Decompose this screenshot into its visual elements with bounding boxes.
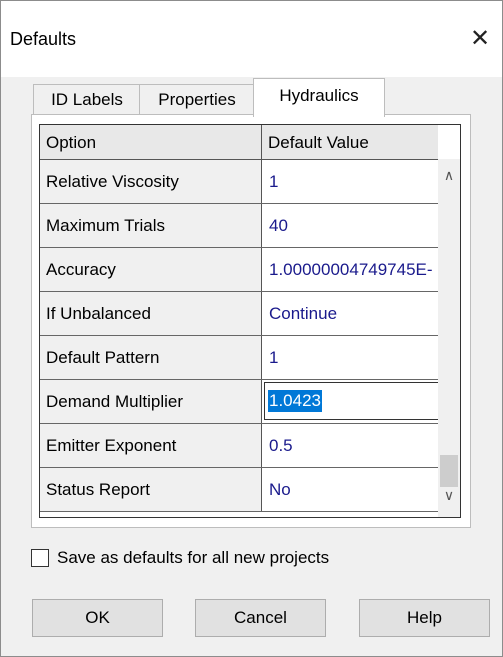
value-cell[interactable]: 1.00000004749745E- [262,248,438,291]
cancel-button[interactable]: Cancel [195,599,326,637]
value-cell[interactable]: No [262,468,438,511]
table-row[interactable]: Status Report No [40,468,438,512]
option-cell: Demand Multiplier [40,380,262,423]
value-cell[interactable]: 1 [262,336,438,379]
selected-value-text[interactable]: 1.0423 [268,390,322,412]
tab-id-labels[interactable]: ID Labels [33,84,141,115]
value-cell[interactable]: 0.5 [262,424,438,467]
value-cell[interactable]: Continue [262,292,438,335]
window-title: Defaults [10,29,77,49]
ok-button[interactable]: OK [32,599,163,637]
tab-hydraulics[interactable]: Hydraulics [253,78,385,117]
value-cell[interactable]: 40 [262,204,438,247]
table-row[interactable]: Emitter Exponent 0.5 [40,424,438,468]
table-row[interactable]: Demand Multiplier 1.0423 [40,380,452,424]
option-cell: Emitter Exponent [40,424,262,467]
close-icon[interactable]: ✕ [467,27,493,53]
option-cell: Status Report [40,468,262,511]
option-cell: If Unbalanced [40,292,262,335]
chevron-down-icon[interactable]: ∨ [438,487,460,507]
option-cell: Accuracy [40,248,262,291]
vertical-scrollbar[interactable]: ∧ ∨ [438,159,460,517]
scrollbar-thumb[interactable] [440,455,458,487]
demand-multiplier-editor[interactable]: 1.0423 [264,382,452,420]
table-row[interactable]: Relative Viscosity 1 [40,160,438,204]
help-button[interactable]: Help [359,599,490,637]
grid-header: Option Default Value [40,125,438,160]
table-row[interactable]: Default Pattern 1 [40,336,438,380]
option-cell: Default Pattern [40,336,262,379]
table-row[interactable]: Maximum Trials 40 [40,204,438,248]
option-cell: Maximum Trials [40,204,262,247]
table-row[interactable]: Accuracy 1.00000004749745E- [40,248,438,292]
column-header-option: Option [40,125,262,159]
title-bar: Defaults ✕ [1,1,502,77]
defaults-dialog: Defaults ✕ ID Labels Properties Hydrauli… [0,0,503,657]
table-row[interactable]: If Unbalanced Continue [40,292,438,336]
save-defaults-checkbox[interactable] [31,549,49,567]
options-grid[interactable]: Option Default Value Relative Viscosity … [39,124,461,518]
value-cell[interactable]: 1 [262,160,438,203]
save-defaults-label[interactable]: Save as defaults for all new projects [57,548,329,568]
tab-properties[interactable]: Properties [139,84,255,115]
chevron-up-icon[interactable]: ∧ [438,167,460,187]
option-cell: Relative Viscosity [40,160,262,203]
column-header-default-value: Default Value [268,133,369,152]
